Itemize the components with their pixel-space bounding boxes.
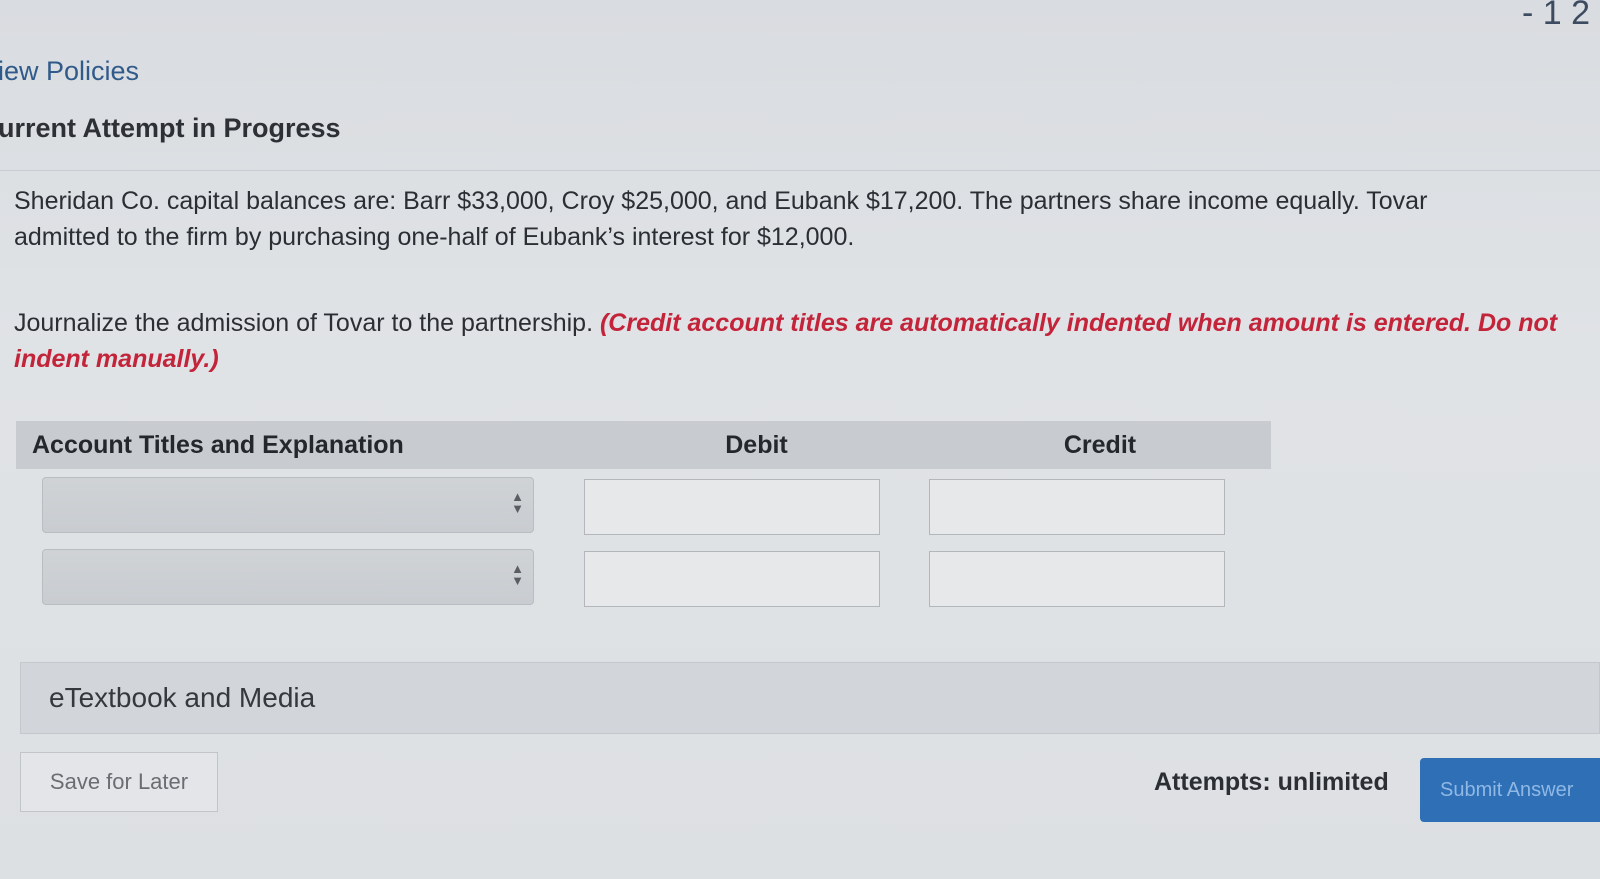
journal-row: ▲ ▼ <box>16 469 1271 541</box>
header-credit: Credit <box>1063 430 1137 459</box>
header-account-titles: Account Titles and Explanation <box>32 430 404 459</box>
journal-table-header: Account Titles and Explanation Debit Cre… <box>16 421 1271 469</box>
credit-input[interactable] <box>929 551 1225 607</box>
etextbook-media-panel[interactable]: eTextbook and Media <box>20 662 1600 734</box>
debit-input[interactable] <box>584 551 880 607</box>
attempt-status-title: urrent Attempt in Progress <box>0 113 341 143</box>
save-for-later-button[interactable]: Save for Later <box>20 752 218 812</box>
question-text: Sheridan Co. capital balances are: Barr … <box>14 183 1574 255</box>
quiz-page: - 1 2 iew Policies urrent Attempt in Pro… <box>0 0 1600 879</box>
instruction-text: Journalize the admission of Tovar to the… <box>14 305 1574 377</box>
view-policies-link[interactable]: iew Policies <box>0 56 139 87</box>
credit-input[interactable] <box>929 479 1225 535</box>
question-line-2: admitted to the firm by purchasing one-h… <box>14 223 855 251</box>
journal-entry-table: Account Titles and Explanation Debit Cre… <box>16 421 1271 613</box>
submit-answer-button[interactable]: Submit Answer <box>1420 758 1600 822</box>
debit-input[interactable] <box>584 479 880 535</box>
header-debit: Debit <box>725 430 788 459</box>
attempts-info: Attempts: unlimited <box>1154 768 1389 796</box>
divider <box>0 170 1600 171</box>
instruction-main: Journalize the admission of Tovar to the… <box>14 309 600 337</box>
page-indicator: - 1 2 <box>1521 0 1590 32</box>
journal-row: ▲ ▼ <box>16 541 1271 613</box>
account-title-select[interactable] <box>42 549 534 605</box>
question-line-1: Sheridan Co. capital balances are: Barr … <box>14 187 1428 215</box>
etextbook-label: eTextbook and Media <box>49 682 316 713</box>
account-title-select[interactable] <box>42 477 534 533</box>
